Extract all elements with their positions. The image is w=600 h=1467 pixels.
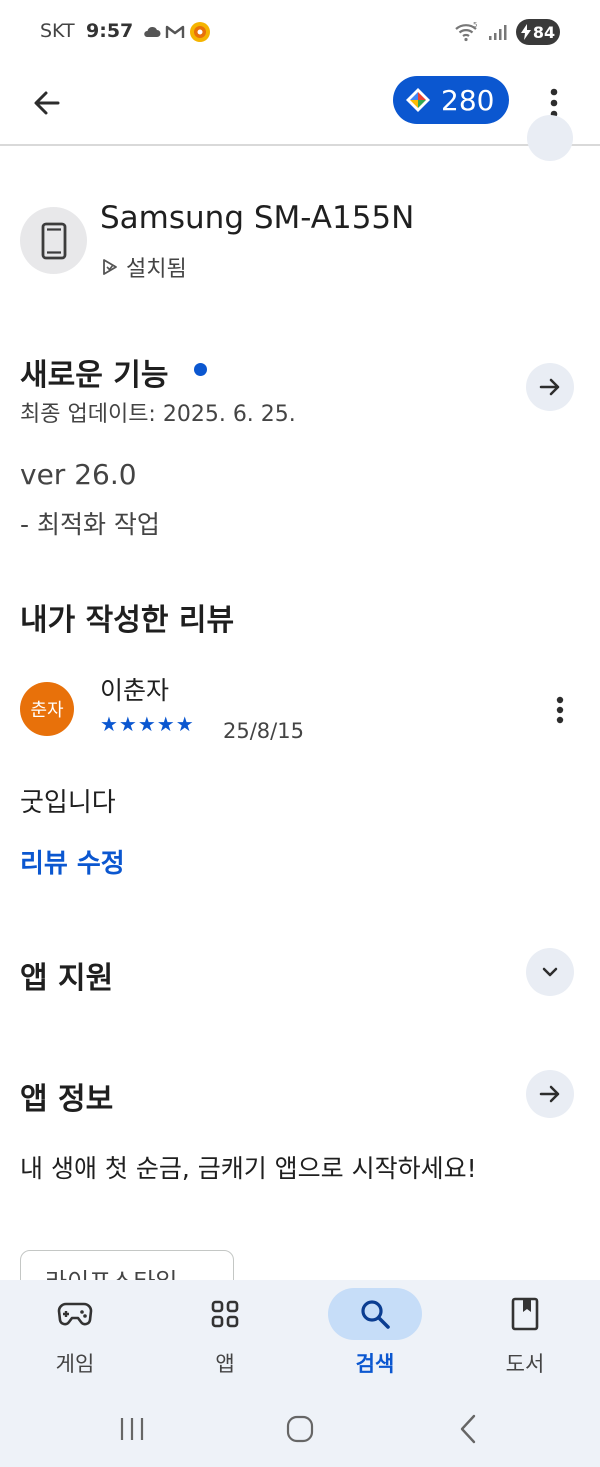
app-info-title: 앱 정보 [20,1082,114,1117]
scrolled-button-remnant [527,115,573,161]
more-vert-icon [556,696,564,724]
nav-icon-container [28,1288,122,1340]
phone-icon [41,222,66,259]
nav-item-games[interactable]: 게임 [0,1280,150,1396]
nav-icon-container [328,1288,422,1340]
nav-label: 게임 [55,1352,95,1376]
top-app-bar: 280 [0,64,600,146]
system-back-button[interactable] [443,1410,493,1448]
whats-new-title: 새로운 기능 [20,358,169,393]
battery-indicator: 84 [516,19,560,45]
nav-item-books[interactable]: 도서 [450,1280,600,1396]
new-indicator-dot [194,363,207,376]
arrow-right-icon [539,1085,560,1103]
reviewer-name: 이춘자 [100,676,170,705]
device-name: Samsung SM-A155N [100,200,415,236]
star-rating: ★★★★★ [100,712,195,736]
review-body: 굿입니다 [20,788,116,818]
version-text: ver 26.0 [20,458,137,491]
installed-status: 설치됨 [102,253,187,282]
device-avatar [20,207,87,274]
back-arrow-icon [34,91,60,115]
search-icon [361,1300,390,1329]
battery-level: 84 [532,22,556,42]
points-value: 280 [441,83,495,117]
chevron-down-icon [542,967,558,977]
reviewer-avatar: 춘자 [20,682,74,736]
arrow-right-icon [539,378,560,396]
home-button[interactable] [275,1410,325,1448]
system-navigation-bar [0,1396,600,1467]
apps-grid-icon [211,1300,239,1328]
installed-play-icon [103,259,117,275]
review-more-button[interactable] [545,690,575,730]
nav-label: 앱 [215,1352,235,1376]
my-review-title: 내가 작성한 리뷰 [20,603,235,638]
wifi-icon: 5 [455,21,477,42]
status-bar: SKT 9:57 5 84 [0,0,600,64]
nav-icon-container [478,1288,572,1340]
nav-icon-container [178,1288,272,1340]
nav-label: 검색 [355,1352,395,1376]
nav-item-apps[interactable]: 앱 [150,1280,300,1396]
last-updated-date: 최종 업데이트: 2025. 6. 25. [20,402,296,427]
charging-bolt-icon [520,24,531,40]
notification-icons [143,22,211,42]
app-notification-icon [190,22,210,42]
chevron-left-icon [460,1414,476,1444]
installed-label: 설치됨 [126,257,187,282]
signal-icon [489,25,507,40]
more-vert-icon [550,88,558,118]
whats-new-open-button[interactable] [526,363,574,411]
nav-label: 도서 [505,1352,545,1376]
play-points-button[interactable]: 280 [393,76,509,124]
play-points-icon [406,88,430,112]
app-description: 내 생애 첫 순금, 금캐기 앱으로 시작하세요! [20,1154,477,1183]
gamepad-icon [57,1302,93,1326]
clock: 9:57 [86,20,134,42]
recent-apps-icon [120,1418,144,1440]
recent-apps-button[interactable] [107,1410,157,1448]
edit-review-link[interactable]: 리뷰 수정 [20,843,125,880]
svg-text:5: 5 [473,21,477,29]
bottom-navigation: 게임 앱 검색 도서 [0,1280,600,1396]
release-note: - 최적화 작업 [20,510,160,539]
cloud-icon [144,26,161,37]
app-info-open-button[interactable] [526,1070,574,1118]
app-detail-page: SKT 9:57 5 84 280 Samsung SM-A155N 설치됨 새… [0,0,600,1467]
book-icon [511,1297,539,1331]
app-support-title: 앱 지원 [20,961,114,996]
app-support-expand-button[interactable] [526,948,574,996]
gmail-icon [165,25,185,38]
back-button[interactable] [24,80,70,126]
review-date: 25/8/15 [223,719,304,743]
home-icon [286,1415,314,1443]
nav-item-search[interactable]: 검색 [300,1280,450,1396]
system-status-icons: 5 84 [454,18,560,46]
carrier-label: SKT [40,20,75,42]
